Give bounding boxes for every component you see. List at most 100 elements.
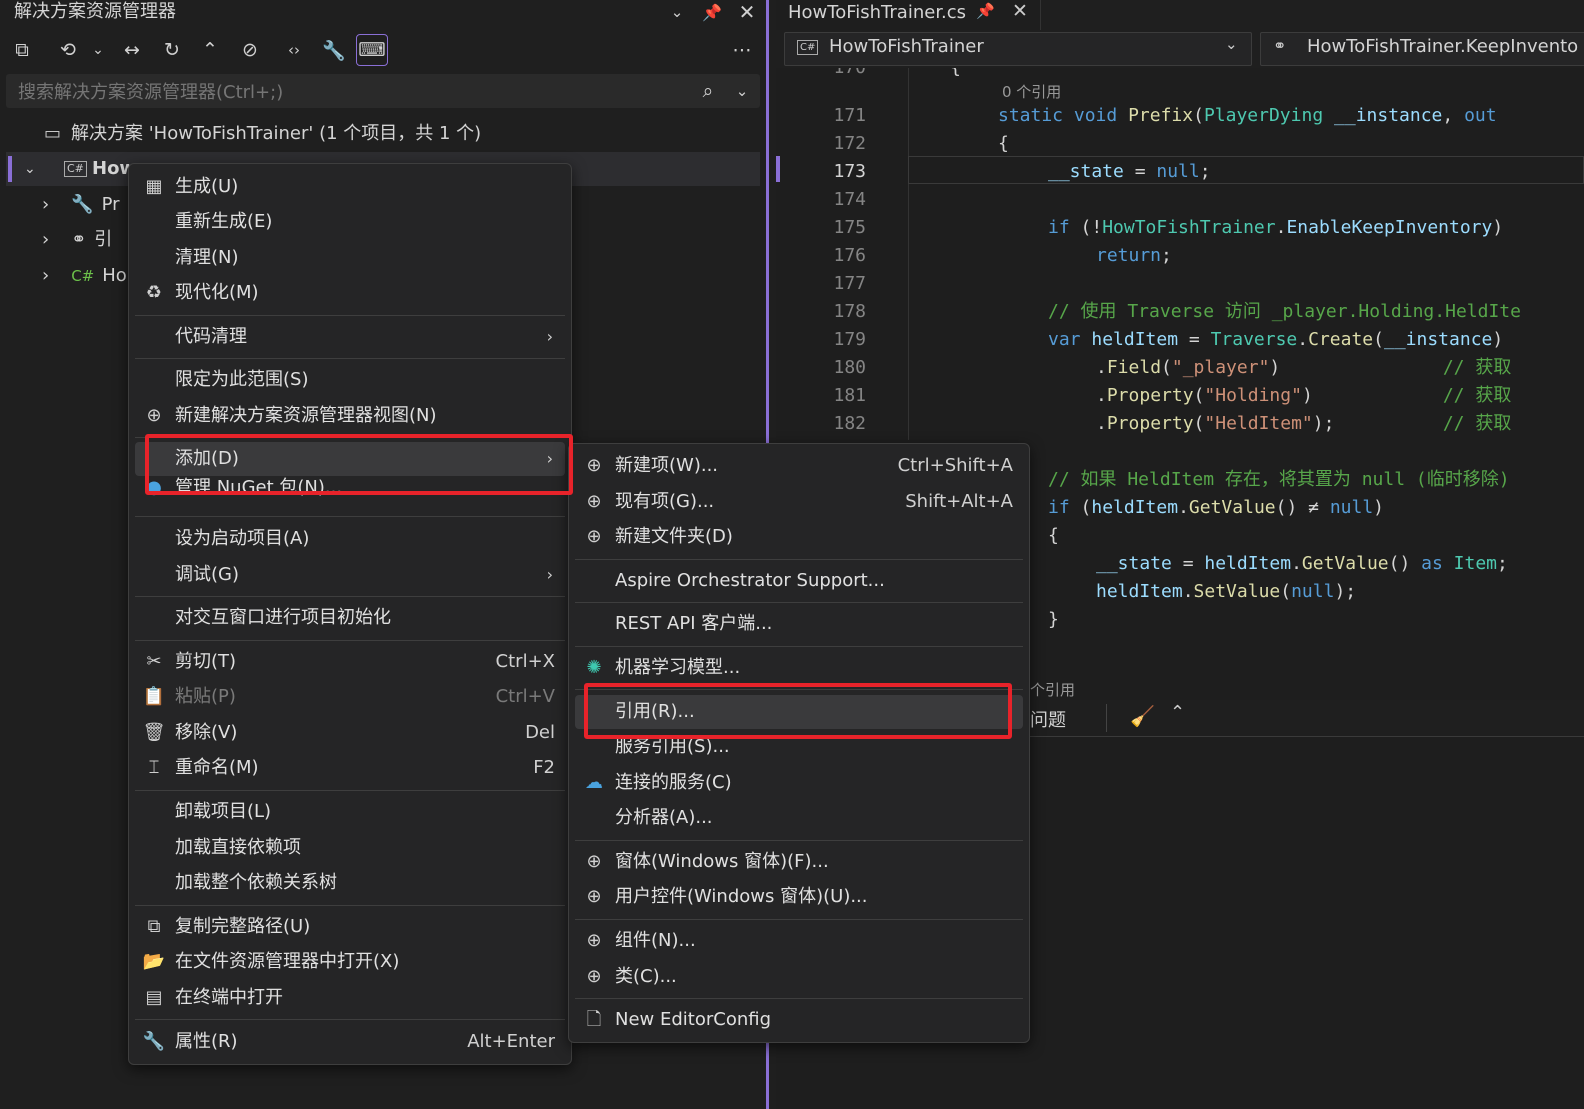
menu-item-build[interactable]: ▦ 生成(U) [129, 170, 571, 204]
current-line-highlight [908, 156, 1584, 184]
line-number: 171 [833, 105, 866, 126]
line-number: 176 [833, 245, 866, 266]
menu-item-new-editorconfig[interactable]: 🗋 New EditorConfig [569, 1003, 1029, 1037]
code-line: // 如果 HeldItem 存在，将其置为 null (临时移除) [1048, 469, 1510, 490]
type-dropdown[interactable]: C# HowToFishTrainer ⌄ [784, 32, 1252, 66]
menu-item-rest-api-client[interactable]: REST API 客户端... [569, 607, 1029, 641]
csharp-project-icon: C# [64, 161, 87, 177]
menu-item-open-in-terminal[interactable]: ▤ 在终端中打开 [129, 981, 571, 1015]
tree-item-label: 引 [94, 229, 113, 250]
search-input[interactable] [16, 78, 660, 106]
problems-label[interactable]: 问题 [1030, 706, 1066, 732]
code-view-icon[interactable]: ‹› [278, 34, 310, 66]
menu-item-new-explorer-view[interactable]: ⊕ 新建解决方案资源管理器视图(N) [129, 399, 571, 433]
switch-view-icon[interactable]: ⧉ [6, 34, 38, 66]
menu-item-scope-to-this[interactable]: 限定为此范围(S) [129, 363, 571, 397]
reference-codelens[interactable]: 个引用 [1030, 682, 1075, 698]
menu-item-paste: 📋 粘贴(P) Ctrl+V [129, 680, 571, 714]
history-icon[interactable]: ⟲ [52, 34, 84, 66]
code-line: { [998, 133, 1009, 154]
status-strip: 问题 🧹 ⌃ [1026, 700, 1584, 737]
code-cleanup-icon[interactable]: 🧹 [1130, 704, 1155, 728]
new-folder-icon: ⊕ [586, 526, 602, 547]
preview-icon[interactable]: ⌨ [356, 34, 388, 66]
menu-item-windows-form[interactable]: ⊕ 窗体(Windows 窗体)(F)... [569, 845, 1029, 879]
menu-item-analyzer[interactable]: 分析器(A)... [569, 801, 1029, 835]
menu-item-user-control[interactable]: ⊕ 用户控件(Windows 窗体)(U)... [569, 880, 1029, 914]
refresh-icon[interactable]: ↻ [156, 34, 188, 66]
chevron-up-icon[interactable]: ⌃ [1170, 702, 1185, 723]
close-icon[interactable]: ✕ [1012, 0, 1028, 22]
chevron-right-icon: › [546, 565, 553, 584]
menu-item-connected-services[interactable]: ☁ 连接的服务(C) [569, 766, 1029, 800]
menu-item-rename[interactable]: ⌶ 重命名(M) F2 [129, 751, 571, 785]
menu-item-new-folder[interactable]: ⊕ 新建文件夹(D) [569, 520, 1029, 554]
menu-item-code-cleanup[interactable]: 代码清理 › [129, 320, 571, 354]
member-dropdown[interactable]: ⚭ HowToFishTrainer.KeepInvento [1260, 32, 1584, 66]
more-options-icon[interactable]: ⋯ [726, 34, 758, 66]
search-icon[interactable]: ⌕ [694, 76, 722, 106]
tree-item-label: Ho [102, 265, 127, 286]
menu-item-existing-item[interactable]: ⊕ 现有项(G)... Shift+Alt+A [569, 485, 1029, 519]
member-dropdown-label: HowToFishTrainer.KeepInvento [1307, 36, 1579, 57]
solution-toolbar: ⧉ ⟲ ⌄ ↔ ↻ ⌃ ⊘ ‹› 🔧 ⌨ ⋯ [6, 32, 758, 68]
new-view-icon: ⊕ [146, 405, 162, 426]
menu-item-clean[interactable]: 清理(N) [129, 241, 571, 275]
class-icon: ⊕ [586, 966, 602, 987]
wrench-icon: 🔧 [142, 1031, 166, 1052]
close-icon[interactable]: ✕ [736, 0, 758, 24]
expand-chevron-icon[interactable]: › [42, 265, 49, 286]
menu-item-aspire[interactable]: Aspire Orchestrator Support... [569, 564, 1029, 598]
editor-tab[interactable]: HowToFishTrainer.cs 📌 ✕ [776, 0, 1041, 30]
menu-item-component[interactable]: ⊕ 组件(N)... [569, 924, 1029, 958]
code-line: .Property("Holding") // 获取 [1096, 385, 1512, 406]
current-line-marker [776, 156, 780, 182]
menu-item-interactive-init[interactable]: 对交互窗口进行项目初始化 [129, 601, 571, 635]
member-icon: ⚭ [1273, 36, 1287, 55]
expand-chevron-icon[interactable]: › [42, 229, 49, 250]
folder-open-icon: 📂 [142, 951, 166, 972]
code-line: { [1048, 525, 1059, 546]
menu-item-rebuild[interactable]: 重新生成(E) [129, 205, 571, 239]
sync-icon[interactable]: ↔ [116, 34, 148, 66]
menu-item-modernize[interactable]: ♻ 现代化(M) [129, 276, 571, 310]
line-number: 178 [833, 301, 866, 322]
tree-item-properties[interactable]: › 🔧 Pr [42, 188, 120, 222]
menu-item-set-startup[interactable]: 设为启动项目(A) [129, 522, 571, 556]
menu-item-debug[interactable]: 调试(G) › [129, 558, 571, 592]
show-all-files-icon[interactable]: ⊘ [234, 34, 266, 66]
menu-item-class[interactable]: ⊕ 类(C)... [569, 960, 1029, 994]
tree-item-file[interactable]: › C# Ho [42, 259, 127, 293]
chevron-down-icon[interactable]: ⌄ [666, 0, 688, 24]
line-number: 177 [833, 273, 866, 294]
line-number: 170 [806, 68, 866, 82]
menu-item-unload-project[interactable]: 卸载项目(L) [129, 795, 571, 829]
highlight-box-add [145, 434, 573, 495]
menu-item-ml-model[interactable]: ✺ 机器学习模型... [569, 651, 1029, 685]
tree-item-label: Pr [101, 194, 120, 215]
menu-item-cut[interactable]: ✂ 剪切(T) Ctrl+X [129, 645, 571, 679]
pin-icon[interactable]: 📌 [700, 0, 724, 24]
menu-item-load-direct-deps[interactable]: 加载直接依赖项 [129, 831, 571, 865]
properties-icon[interactable]: 🔧 [318, 34, 350, 66]
type-dropdown-label: HowToFishTrainer [829, 36, 984, 57]
line-number: 175 [833, 217, 866, 238]
menu-item-load-dep-tree[interactable]: 加载整个依赖关系树 [129, 866, 571, 900]
chevron-down-icon[interactable]: ⌄ [82, 34, 114, 66]
terminal-icon: ▤ [145, 987, 163, 1008]
menu-item-new-item[interactable]: ⊕ 新建项(W)... Ctrl+Shift+A [569, 449, 1029, 483]
menu-item-remove[interactable]: 🗑 移除(V) Del [129, 716, 571, 750]
menu-item-copy-full-path[interactable]: ⧉ 复制完整路径(U) [129, 910, 571, 944]
tree-item-references[interactable]: › ⚭ 引 [42, 223, 112, 257]
expand-chevron-icon[interactable]: ⌄ [24, 152, 36, 186]
code-area[interactable]: 170 171 172 173 174 175 176 177 178 179 … [776, 68, 1584, 440]
pin-icon[interactable]: 📌 [976, 2, 995, 20]
menu-item-open-in-explorer[interactable]: 📂 在文件资源管理器中打开(X) [129, 945, 571, 979]
code-line: static void Prefix(PlayerDying __instanc… [998, 105, 1497, 126]
menu-item-properties[interactable]: 🔧 属性(R) Alt+Enter [129, 1025, 571, 1059]
chevron-down-icon[interactable]: ⌄ [730, 76, 754, 106]
tree-item-solution[interactable]: ▭ 解决方案 'HowToFishTrainer' (1 个项目，共 1 个) [44, 117, 481, 151]
code-line: .Property("HeldItem"); // 获取 [1096, 413, 1512, 434]
collapse-all-icon[interactable]: ⌃ [194, 34, 226, 66]
expand-chevron-icon[interactable]: › [42, 194, 49, 215]
